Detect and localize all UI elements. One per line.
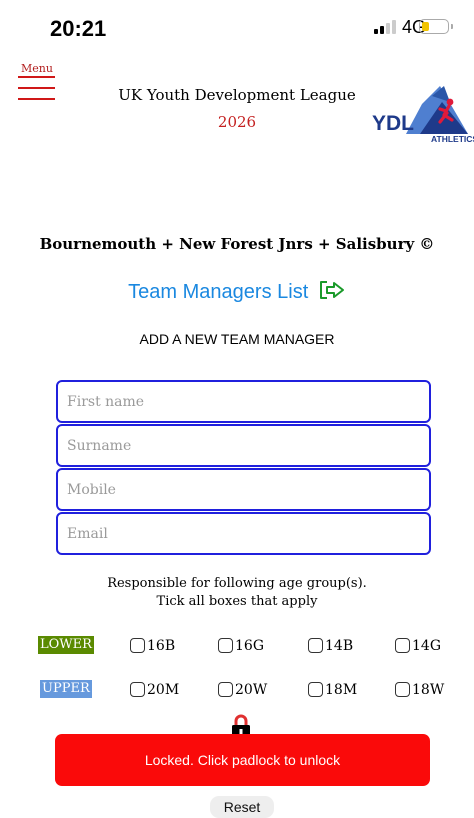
age-group-hint-line1: Responsible for following age group(s).: [107, 576, 367, 591]
club-title: Bournemouth + New Forest Jnrs + Salisbur…: [39, 235, 435, 253]
checkbox-16b[interactable]: 16B: [130, 635, 175, 657]
group-label-lower: LOWER: [38, 636, 94, 654]
checkbox-16g[interactable]: 16G: [218, 635, 264, 657]
checkbox-icon: [395, 638, 410, 653]
clock-time: 20:21: [50, 16, 107, 41]
team-managers-list-link[interactable]: Team Managers List: [0, 279, 474, 304]
email-input[interactable]: [56, 512, 431, 555]
reset-button[interactable]: Reset: [210, 796, 274, 818]
team-managers-list-label: Team Managers List: [128, 281, 309, 303]
surname-input[interactable]: [56, 424, 431, 467]
checkbox-icon: [130, 682, 145, 697]
checkbox-20w[interactable]: 20W: [218, 679, 267, 701]
battery-fill: [422, 22, 429, 31]
menu-label: Menu: [21, 62, 53, 75]
signal-icon: [374, 20, 396, 34]
checkbox-18m[interactable]: 18M: [308, 679, 357, 701]
checkbox-14b[interactable]: 14B: [308, 635, 353, 657]
checkbox-icon: [395, 682, 410, 697]
checkbox-icon: [308, 638, 323, 653]
form-heading: ADD A NEW TEAM MANAGER: [139, 331, 335, 347]
battery-icon: [419, 19, 453, 34]
first-name-input[interactable]: [56, 380, 431, 423]
status-bar: 20:21 4G: [0, 0, 474, 52]
checkbox-18w[interactable]: 18W: [395, 679, 444, 701]
logo-text: YDL: [372, 112, 414, 135]
checkbox-icon: [218, 682, 233, 697]
checkbox-icon: [218, 638, 233, 653]
age-group-hint-line2: Tick all boxes that apply: [156, 594, 318, 609]
checkbox-icon: [130, 638, 145, 653]
checkbox-20m[interactable]: 20M: [130, 679, 179, 701]
open-list-icon: [319, 281, 344, 299]
ydl-athletics-logo: YDL ATHLETICS: [372, 86, 474, 144]
logo-subtext: ATHLETICS: [431, 134, 474, 144]
group-label-upper: UPPER: [40, 680, 92, 698]
hamburger-icon: [18, 76, 55, 78]
checkbox-14g[interactable]: 14G: [395, 635, 441, 657]
checkbox-icon: [308, 682, 323, 697]
locked-message-bar[interactable]: Locked. Click padlock to unlock: [55, 734, 430, 786]
mobile-input[interactable]: [56, 468, 431, 511]
